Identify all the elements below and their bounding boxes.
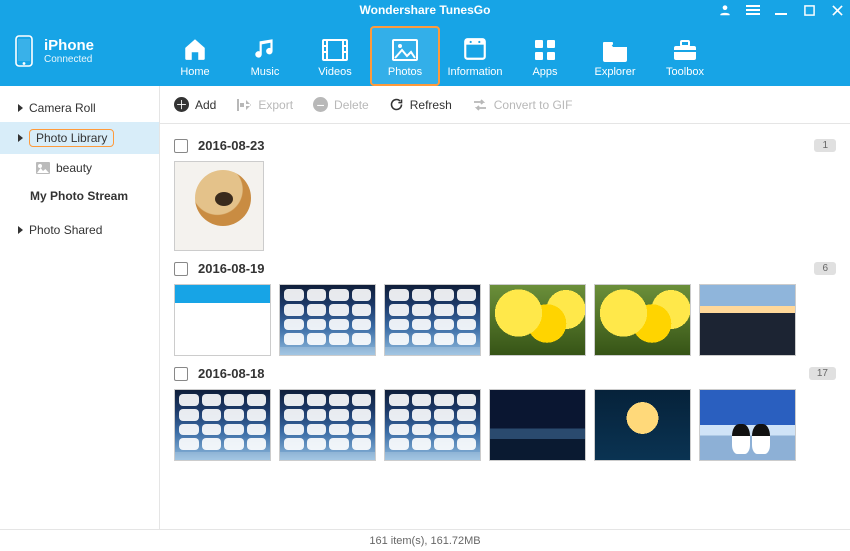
sidebar-item-label: Photo Library <box>29 129 114 147</box>
plus-icon: ＋ <box>174 97 189 112</box>
button-label: Refresh <box>410 98 452 112</box>
sidebar-item-photo-library[interactable]: Photo Library <box>0 122 159 154</box>
device-box[interactable]: iPhone Connected <box>0 25 160 81</box>
phone-icon <box>14 35 34 67</box>
videos-icon <box>321 38 349 62</box>
photo-thumbnail[interactable] <box>594 389 691 461</box>
maximize-button[interactable] <box>802 3 816 17</box>
group-count: 6 <box>814 262 836 275</box>
apps-icon <box>533 38 557 62</box>
button-label: Convert to GIF <box>494 98 573 112</box>
export-icon <box>236 98 252 112</box>
title-bar: Wondershare TunesGo <box>0 0 850 20</box>
photo-thumbnail[interactable] <box>384 284 481 356</box>
group-header: 2016-08-23 1 <box>174 138 836 153</box>
expand-arrow-icon <box>18 104 23 112</box>
tab-label: Information <box>447 66 502 78</box>
sidebar-item-beauty[interactable]: beauty <box>0 154 159 182</box>
photo-thumbnail[interactable] <box>279 284 376 356</box>
group-checkbox[interactable] <box>174 367 188 381</box>
sidebar: Camera Roll Photo Library beauty My Phot… <box>0 86 160 529</box>
photo-thumbnail[interactable] <box>384 389 481 461</box>
convert-icon <box>472 98 488 112</box>
photo-thumbnail[interactable] <box>594 284 691 356</box>
photo-thumbnail[interactable] <box>699 284 796 356</box>
export-button[interactable]: Export <box>236 98 293 112</box>
content: ＋ Add Export − Delete Refresh Convert to… <box>160 86 850 529</box>
tab-information[interactable]: Information <box>440 26 510 86</box>
tab-videos[interactable]: Videos <box>300 26 370 86</box>
photo-thumbnail[interactable] <box>489 284 586 356</box>
add-button[interactable]: ＋ Add <box>174 97 216 112</box>
group-date: 2016-08-23 <box>198 138 265 153</box>
photo-thumbnail[interactable] <box>489 389 586 461</box>
device-name: iPhone <box>44 37 94 54</box>
top-nav: iPhone Connected Home Music Videos Photo… <box>0 20 850 86</box>
tab-explorer[interactable]: Explorer <box>580 26 650 86</box>
toolbar: ＋ Add Export − Delete Refresh Convert to… <box>160 86 850 124</box>
tab-label: Toolbox <box>666 66 704 78</box>
tab-music[interactable]: Music <box>230 26 300 86</box>
tab-label: Music <box>251 66 280 78</box>
information-icon <box>462 36 488 62</box>
tab-home[interactable]: Home <box>160 26 230 86</box>
photo-icon <box>36 162 50 174</box>
group-header: 2016-08-19 6 <box>174 261 836 276</box>
sidebar-item-label: Camera Roll <box>29 101 96 115</box>
delete-button[interactable]: − Delete <box>313 97 369 112</box>
body: Camera Roll Photo Library beauty My Phot… <box>0 86 850 529</box>
photo-thumbnail[interactable] <box>174 161 264 251</box>
status-bar: 161 item(s), 161.72MB <box>0 529 850 551</box>
sidebar-item-label: Photo Shared <box>29 223 102 237</box>
minimize-button[interactable] <box>774 3 788 17</box>
button-label: Export <box>258 98 293 112</box>
explorer-icon <box>601 40 629 62</box>
tab-photos[interactable]: Photos <box>370 26 440 86</box>
sidebar-item-my-photo-stream[interactable]: My Photo Stream <box>0 182 159 210</box>
group-header: 2016-08-18 17 <box>174 366 836 381</box>
group-date: 2016-08-19 <box>198 261 265 276</box>
photo-thumbnail[interactable] <box>174 389 271 461</box>
sidebar-item-label: beauty <box>56 161 92 175</box>
photo-thumbnail[interactable] <box>174 284 271 356</box>
group-date: 2016-08-18 <box>198 366 265 381</box>
sidebar-item-camera-roll[interactable]: Camera Roll <box>0 94 159 122</box>
device-status: Connected <box>44 54 94 65</box>
photos-icon <box>391 38 419 62</box>
tab-label: Photos <box>388 66 422 78</box>
refresh-icon <box>389 97 404 112</box>
music-icon <box>252 36 278 62</box>
tab-toolbox[interactable]: Toolbox <box>650 26 720 86</box>
sidebar-item-label: My Photo Stream <box>30 189 128 203</box>
user-icon[interactable] <box>718 3 732 17</box>
close-button[interactable] <box>830 3 844 17</box>
home-icon <box>181 36 209 62</box>
toolbox-icon <box>672 38 698 62</box>
photo-thumbnail[interactable] <box>699 389 796 461</box>
convert-to-gif-button[interactable]: Convert to GIF <box>472 98 573 112</box>
menu-icon[interactable] <box>746 3 760 17</box>
photo-scroll-area[interactable]: 2016-08-23 1 2016-08-19 6 <box>160 124 850 529</box>
group-checkbox[interactable] <box>174 262 188 276</box>
group-count: 1 <box>814 139 836 152</box>
expand-arrow-icon <box>18 226 23 234</box>
tab-apps[interactable]: Apps <box>510 26 580 86</box>
photo-thumbnail[interactable] <box>279 389 376 461</box>
minus-icon: − <box>313 97 328 112</box>
button-label: Delete <box>334 98 369 112</box>
tab-label: Videos <box>318 66 351 78</box>
tab-label: Apps <box>532 66 557 78</box>
tab-label: Home <box>180 66 209 78</box>
expand-arrow-icon <box>18 134 23 142</box>
refresh-button[interactable]: Refresh <box>389 97 452 112</box>
tab-label: Explorer <box>595 66 636 78</box>
sidebar-item-photo-shared[interactable]: Photo Shared <box>0 216 159 244</box>
group-checkbox[interactable] <box>174 139 188 153</box>
app-title: Wondershare TunesGo <box>360 3 491 17</box>
button-label: Add <box>195 98 216 112</box>
status-text: 161 item(s), 161.72MB <box>369 535 480 547</box>
group-count: 17 <box>809 367 836 380</box>
